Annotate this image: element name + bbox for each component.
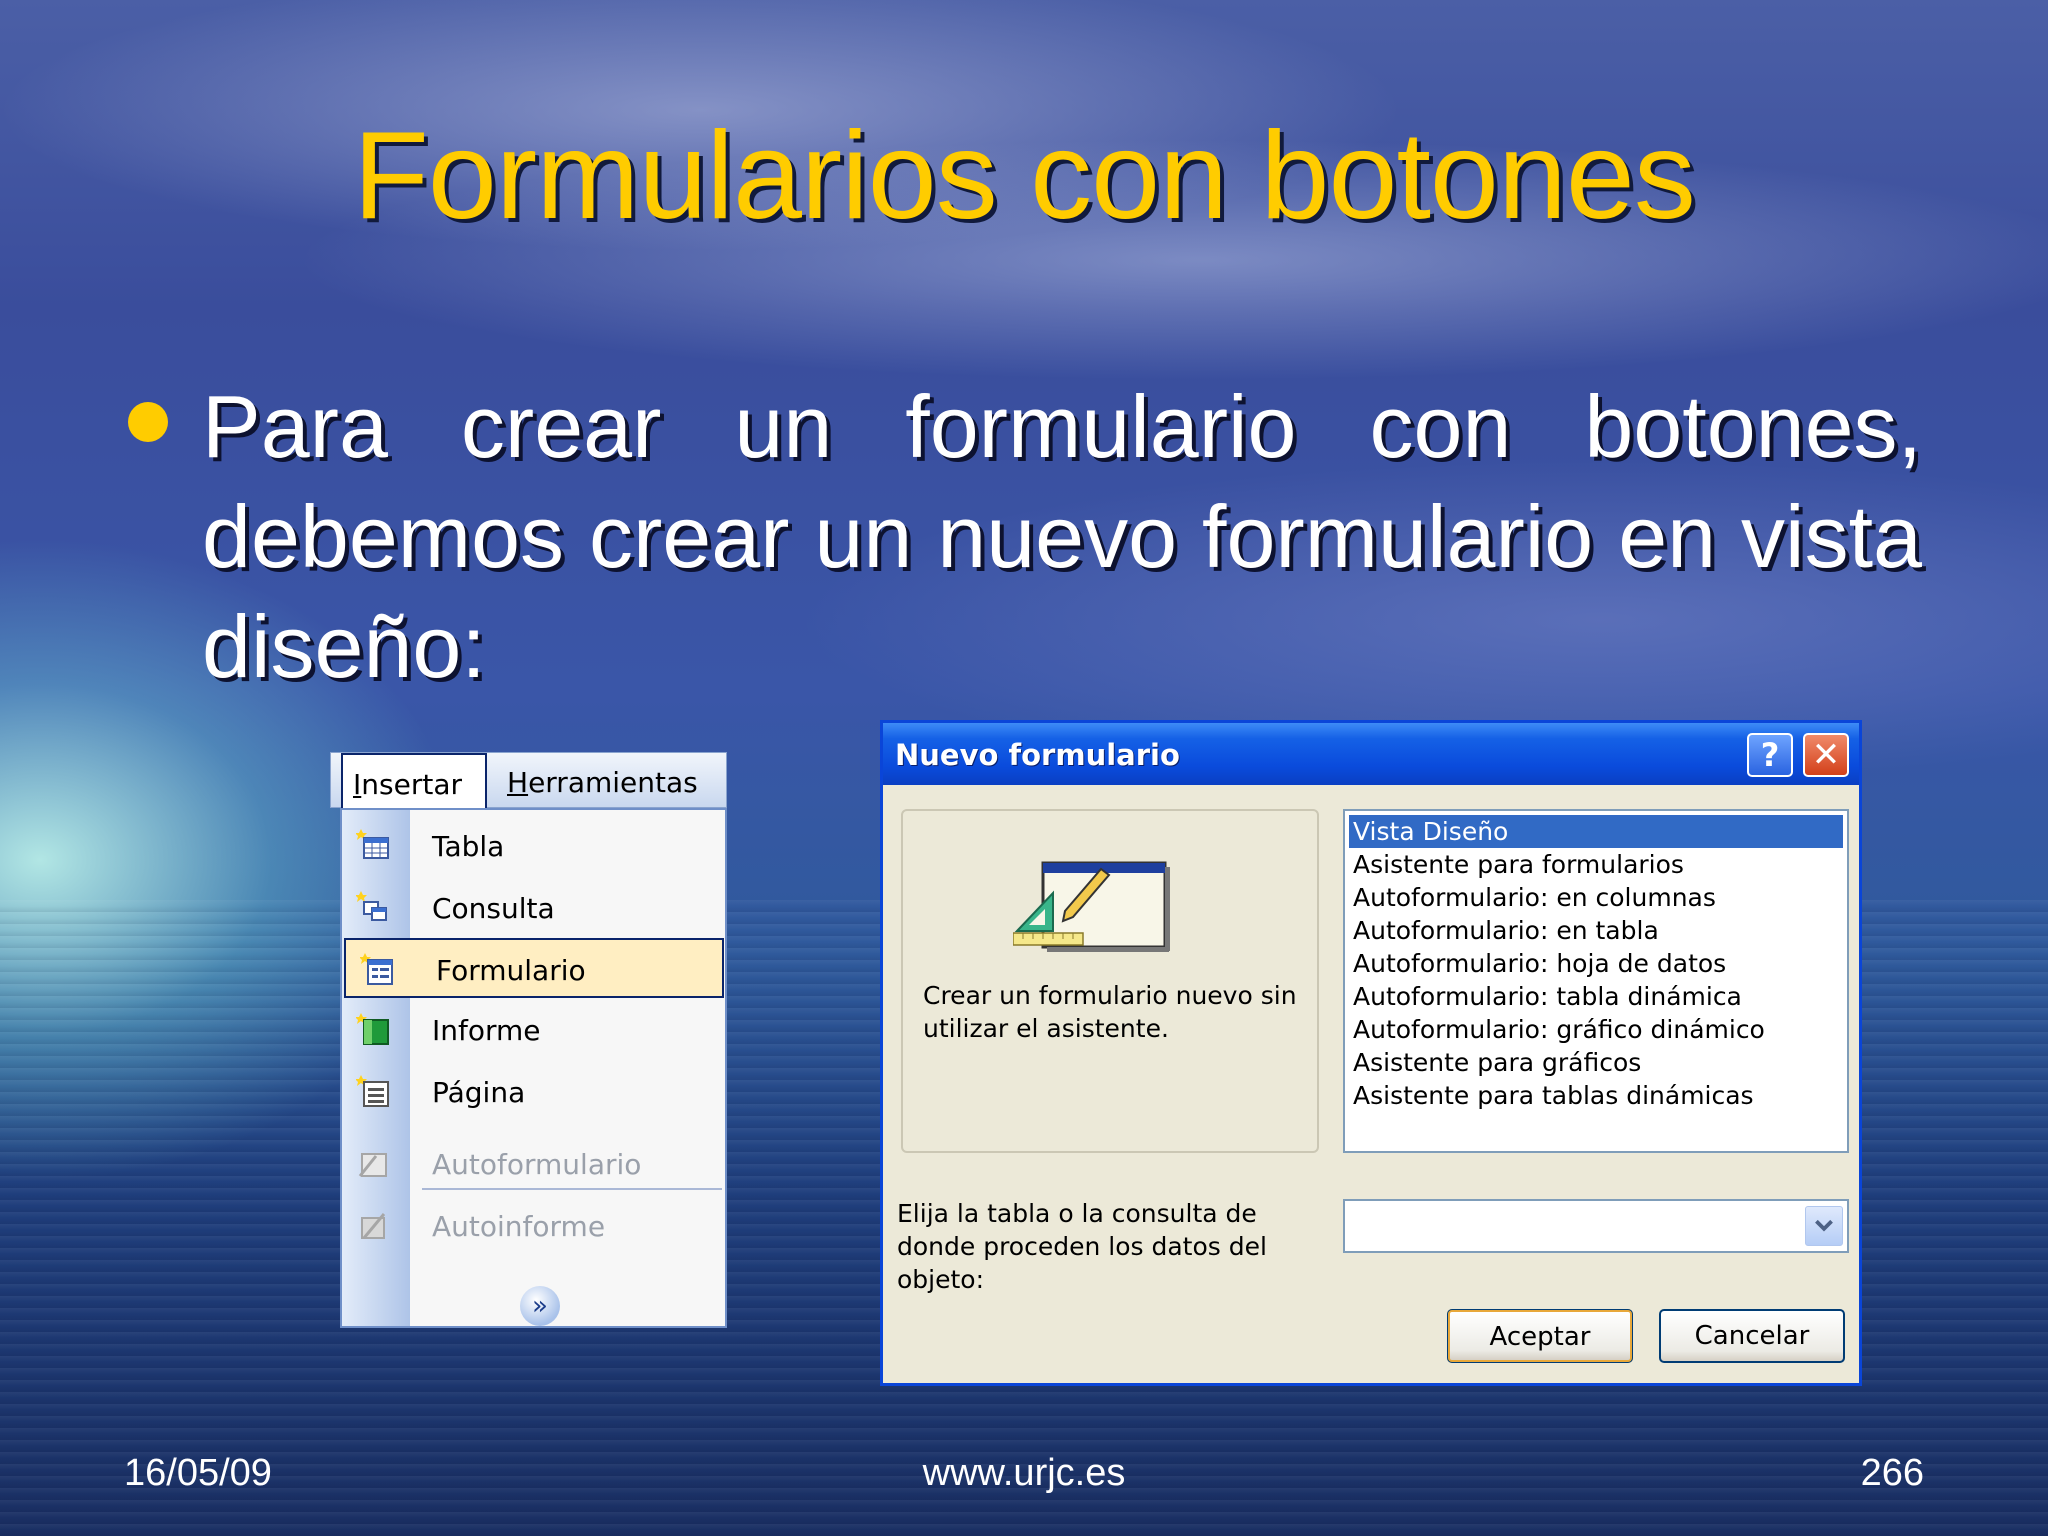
menu-herramientas[interactable]: Herramientas [497,753,708,809]
menu-item-label: Página [432,1076,526,1109]
option-autoformulario-tabla-dinamica[interactable]: Autoformulario: tabla dinámica [1349,980,1843,1013]
dialog-titlebar[interactable]: Nuevo formulario ? ✕ [883,723,1859,785]
option-asistente-formularios[interactable]: Asistente para formularios [1349,848,1843,881]
menu-item-formulario[interactable]: Formulario [344,938,724,998]
option-autoformulario-hoja-datos[interactable]: Autoformulario: hoja de datos [1349,947,1843,980]
aceptar-button[interactable]: Aceptar [1447,1309,1633,1363]
menu-item-consulta[interactable]: Consulta [342,878,725,938]
menu-item-autoinforme[interactable]: Autoinforme [342,1196,725,1256]
menu-item-label: Autoinforme [432,1210,606,1243]
menu-item-label: Tabla [432,830,505,863]
option-asistente-graficos[interactable]: Asistente para gráficos [1349,1046,1843,1079]
preview-description: Crear un formulario nuevo sin utilizar e… [923,981,1297,1043]
menu-insertar-label: nsertar [361,768,462,801]
report-icon [356,1013,389,1045]
slide: Formularios con botones Para crear un fo… [0,0,2048,1536]
option-vista-diseno[interactable]: Vista Diseño [1348,814,1844,849]
autoform-icon [358,1153,387,1177]
option-asistente-tablas-dinamicas[interactable]: Asistente para tablas dinámicas [1349,1079,1843,1112]
table-icon [356,829,389,859]
footer-page-number: 266 [1860,1452,1924,1494]
menu-bar: Insertar Herramientas [330,752,727,811]
option-autoformulario-tabla[interactable]: Autoformulario: en tabla [1349,914,1843,947]
chevron-down-icon[interactable] [1805,1206,1843,1246]
menu-item-autoformulario[interactable]: Autoformulario [342,1134,725,1194]
source-label: Elija la tabla o la consulta de donde pr… [897,1199,1267,1294]
preview-panel: Crear un formulario nuevo sin utilizar e… [901,809,1319,1153]
insert-menu: Insertar Herramientas Tabla Consulta For… [330,752,727,1332]
page-icon [356,1075,389,1107]
bullet-icon [128,402,168,442]
form-icon [360,953,393,985]
menu-item-tabla[interactable]: Tabla [342,816,725,876]
menu-item-label: Consulta [432,892,555,925]
options-listbox[interactable]: Vista Diseño Asistente para formularios … [1343,809,1849,1153]
menu-insertar[interactable]: Insertar [341,753,487,811]
option-autoformulario-columnas[interactable]: Autoformulario: en columnas [1349,881,1843,914]
insert-menu-dropdown: Tabla Consulta Formulario Informe Página… [340,808,727,1328]
menu-item-label: Formulario [436,954,586,987]
footer-url: www.urjc.es [922,1452,1126,1494]
autoreport-icon [361,1213,386,1239]
bullet-text: Para crear un formulario con botones, de… [202,377,1922,696]
cancelar-button[interactable]: Cancelar [1659,1309,1845,1363]
menu-item-informe[interactable]: Informe [342,1000,725,1060]
menu-herramientas-label: erramientas [528,766,698,799]
option-autoformulario-grafico-dinamico[interactable]: Autoformulario: gráfico dinámico [1349,1013,1843,1046]
menu-item-label: Autoformulario [432,1148,642,1181]
source-combobox[interactable] [1343,1199,1849,1253]
query-icon [356,891,387,921]
chevron-down-glyph [1815,1219,1833,1232]
menu-item-label: Informe [432,1014,541,1047]
nuevo-formulario-dialog: Nuevo formulario ? ✕ Crear un formulario… [880,720,1862,1386]
menu-item-pagina[interactable]: Página [342,1062,725,1122]
design-view-icon [1013,861,1170,952]
dialog-title: Nuevo formulario [895,738,1180,772]
help-button[interactable]: ? [1747,733,1793,777]
close-button[interactable]: ✕ [1803,733,1849,777]
chevron-double-down-icon[interactable]: » [520,1286,560,1326]
slide-title: Formularios con botones [353,107,1696,245]
